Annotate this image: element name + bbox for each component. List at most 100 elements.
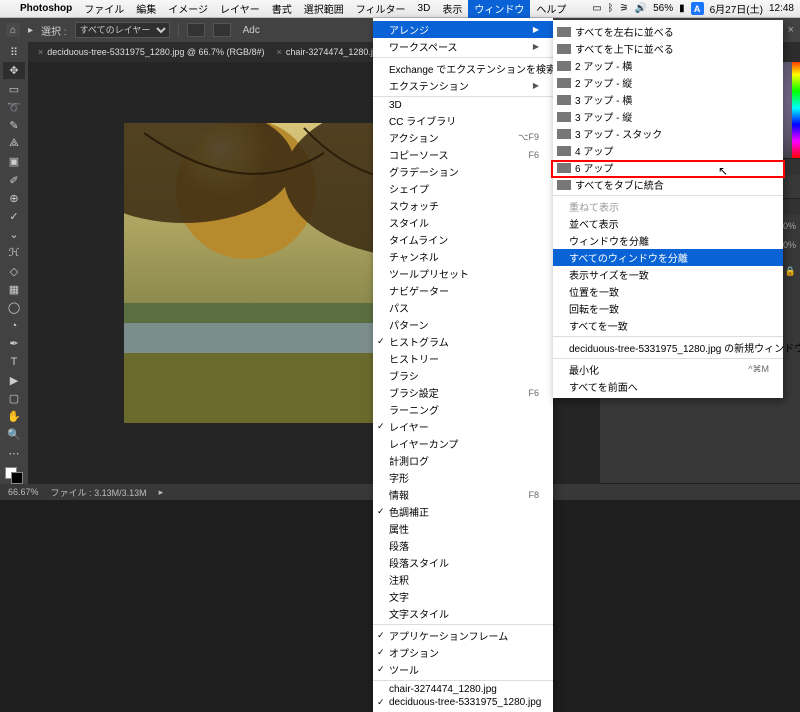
frame-tool[interactable]: ▣ <box>3 153 25 170</box>
history-brush-tool[interactable]: ℋ <box>3 244 25 261</box>
shape-tool[interactable]: ▢ <box>3 390 25 407</box>
marquee-tool[interactable]: ▭ <box>3 80 25 97</box>
menu-item[interactable]: deciduous-tree-5331975_1280.jpg の新規ウィンドウ <box>553 339 783 356</box>
menu-item[interactable]: スウォッチ <box>373 197 553 214</box>
menu-item[interactable]: すべてをタブに統合 <box>553 176 783 193</box>
menu-item[interactable]: ブラシ設定F6 <box>373 384 553 401</box>
menu-item[interactable]: ナビゲーター <box>373 282 553 299</box>
menu-item[interactable]: 注釈 <box>373 571 553 588</box>
menu-item[interactable]: ヒストリー <box>373 350 553 367</box>
menu-item[interactable]: ✓deciduous-tree-5331975_1280.jpg <box>373 696 553 709</box>
menu-item[interactable]: 並べて表示 <box>553 215 783 232</box>
gradient-tool[interactable]: ▦ <box>3 281 25 298</box>
blur-tool[interactable]: ◯ <box>3 299 25 316</box>
menu-item[interactable]: すべてを上下に並べる <box>553 40 783 57</box>
menu-help[interactable]: ヘルプ <box>530 0 572 18</box>
menu-item[interactable]: 4 アップ <box>553 142 783 159</box>
menu-item[interactable]: ウィンドウを分離 <box>553 232 783 249</box>
menu-item[interactable]: パターン <box>373 316 553 333</box>
input-source-icon[interactable]: A <box>691 2 704 15</box>
menu-item[interactable]: チャンネル <box>373 248 553 265</box>
menu-item[interactable]: すべてを一致 <box>553 317 783 334</box>
menu-item[interactable]: 文字 <box>373 588 553 605</box>
menu-item[interactable]: 位置を一致 <box>553 283 783 300</box>
menu-item[interactable]: 字形 <box>373 469 553 486</box>
menu-item[interactable]: 3D <box>373 99 553 112</box>
menu-file[interactable]: ファイル <box>78 0 130 18</box>
menu-item[interactable]: 文字スタイル <box>373 605 553 622</box>
menu-item[interactable]: レイヤーカンプ <box>373 435 553 452</box>
menu-item[interactable]: ✓オプション <box>373 644 553 661</box>
menu-3d[interactable]: 3D <box>412 0 437 18</box>
menu-item[interactable]: 2 アップ - 縦 <box>553 74 783 91</box>
menu-edit[interactable]: 編集 <box>130 0 162 18</box>
eyedropper-tool[interactable]: ✐ <box>3 171 25 188</box>
menu-layer[interactable]: レイヤー <box>214 0 266 18</box>
path-select-tool[interactable]: ▶ <box>3 372 25 389</box>
align-button-2[interactable] <box>213 23 231 37</box>
brush-tool[interactable]: ✓ <box>3 208 25 225</box>
hand-tool[interactable]: ✋ <box>3 408 25 425</box>
menu-item[interactable]: 段落 <box>373 537 553 554</box>
menu-item[interactable]: ラーニング <box>373 401 553 418</box>
hue-slider[interactable] <box>792 58 800 158</box>
menu-item[interactable]: 3 アップ - 横 <box>553 91 783 108</box>
menu-item[interactable]: ワークスペース▶ <box>373 38 553 55</box>
document-tab[interactable]: ×deciduous-tree-5331975_1280.jpg @ 66.7%… <box>34 47 269 57</box>
dodge-tool[interactable]: ◔ <box>3 317 25 334</box>
menu-item[interactable]: 回転を一致 <box>553 300 783 317</box>
crop-tool[interactable]: ⟁ <box>3 135 25 152</box>
menu-item[interactable]: 計測ログ <box>373 452 553 469</box>
healing-tool[interactable]: ⊕ <box>3 190 25 207</box>
menu-window[interactable]: ウィンドウ <box>468 0 530 18</box>
menu-item[interactable]: グラデーション <box>373 163 553 180</box>
color-swatch[interactable] <box>5 467 23 484</box>
menu-item[interactable]: 表示サイズを一致 <box>553 266 783 283</box>
menu-item[interactable]: ✓アプリケーションフレーム <box>373 627 553 644</box>
menu-item[interactable]: エクステンション▶ <box>373 77 553 94</box>
stamp-tool[interactable]: ⌄ <box>3 226 25 243</box>
menu-item[interactable]: タイムライン <box>373 231 553 248</box>
menu-item[interactable]: パス <box>373 299 553 316</box>
menu-item[interactable]: 2 アップ - 横 <box>553 57 783 74</box>
eraser-tool[interactable]: ◇ <box>3 262 25 279</box>
zoom-tool[interactable]: 🔍 <box>3 426 25 443</box>
menu-item[interactable]: Exchange でエクステンションを検索... <box>373 60 553 77</box>
menu-item[interactable]: 6 アップ <box>553 159 783 176</box>
menu-item[interactable]: ✓レイヤー <box>373 418 553 435</box>
menu-item[interactable]: すべてのウィンドウを分離 <box>553 249 783 266</box>
menu-image[interactable]: イメージ <box>162 0 214 18</box>
close-icon[interactable]: × <box>788 24 794 36</box>
align-button-1[interactable] <box>187 23 205 37</box>
menu-item[interactable]: ✓色調補正 <box>373 503 553 520</box>
move-tool[interactable]: ✥ <box>3 62 25 79</box>
menu-item[interactable]: アクション⌥F9 <box>373 129 553 146</box>
menu-item[interactable]: 段落スタイル <box>373 554 553 571</box>
menu-item[interactable]: chair-3274474_1280.jpg <box>373 683 553 696</box>
menu-item[interactable]: CC ライブラリ <box>373 112 553 129</box>
menu-item[interactable]: ブラシ <box>373 367 553 384</box>
pen-tool[interactable]: ✒ <box>3 335 25 352</box>
menu-filter[interactable]: フィルター <box>350 0 412 18</box>
edit-toolbar[interactable]: ⋯ <box>3 444 25 461</box>
menu-view[interactable]: 表示 <box>436 0 468 18</box>
tab-close-icon[interactable]: × <box>277 47 282 57</box>
menu-item[interactable]: アレンジ▶ <box>373 21 553 38</box>
tab-close-icon[interactable]: × <box>38 47 43 57</box>
menu-item[interactable]: コピーソースF6 <box>373 146 553 163</box>
home-button[interactable]: ⌂ <box>6 23 20 37</box>
zoom-level[interactable]: 66.67% <box>8 487 39 497</box>
menu-type[interactable]: 書式 <box>266 0 298 18</box>
type-tool[interactable]: T <box>3 353 25 370</box>
menu-item[interactable]: すべてを左右に並べる <box>553 23 783 40</box>
menu-item[interactable]: 属性 <box>373 520 553 537</box>
menu-item[interactable]: すべてを前面へ <box>553 378 783 395</box>
lasso-tool[interactable]: ➰ <box>3 99 25 116</box>
quick-select-tool[interactable]: ✎ <box>3 117 25 134</box>
menu-item[interactable]: 情報F8 <box>373 486 553 503</box>
menu-item[interactable]: ✓ヒストグラム <box>373 333 553 350</box>
menu-select[interactable]: 選択範囲 <box>298 0 350 18</box>
menu-item[interactable]: ツールプリセット <box>373 265 553 282</box>
layer-select[interactable]: すべてのレイヤー <box>75 22 170 38</box>
menu-item[interactable]: スタイル <box>373 214 553 231</box>
